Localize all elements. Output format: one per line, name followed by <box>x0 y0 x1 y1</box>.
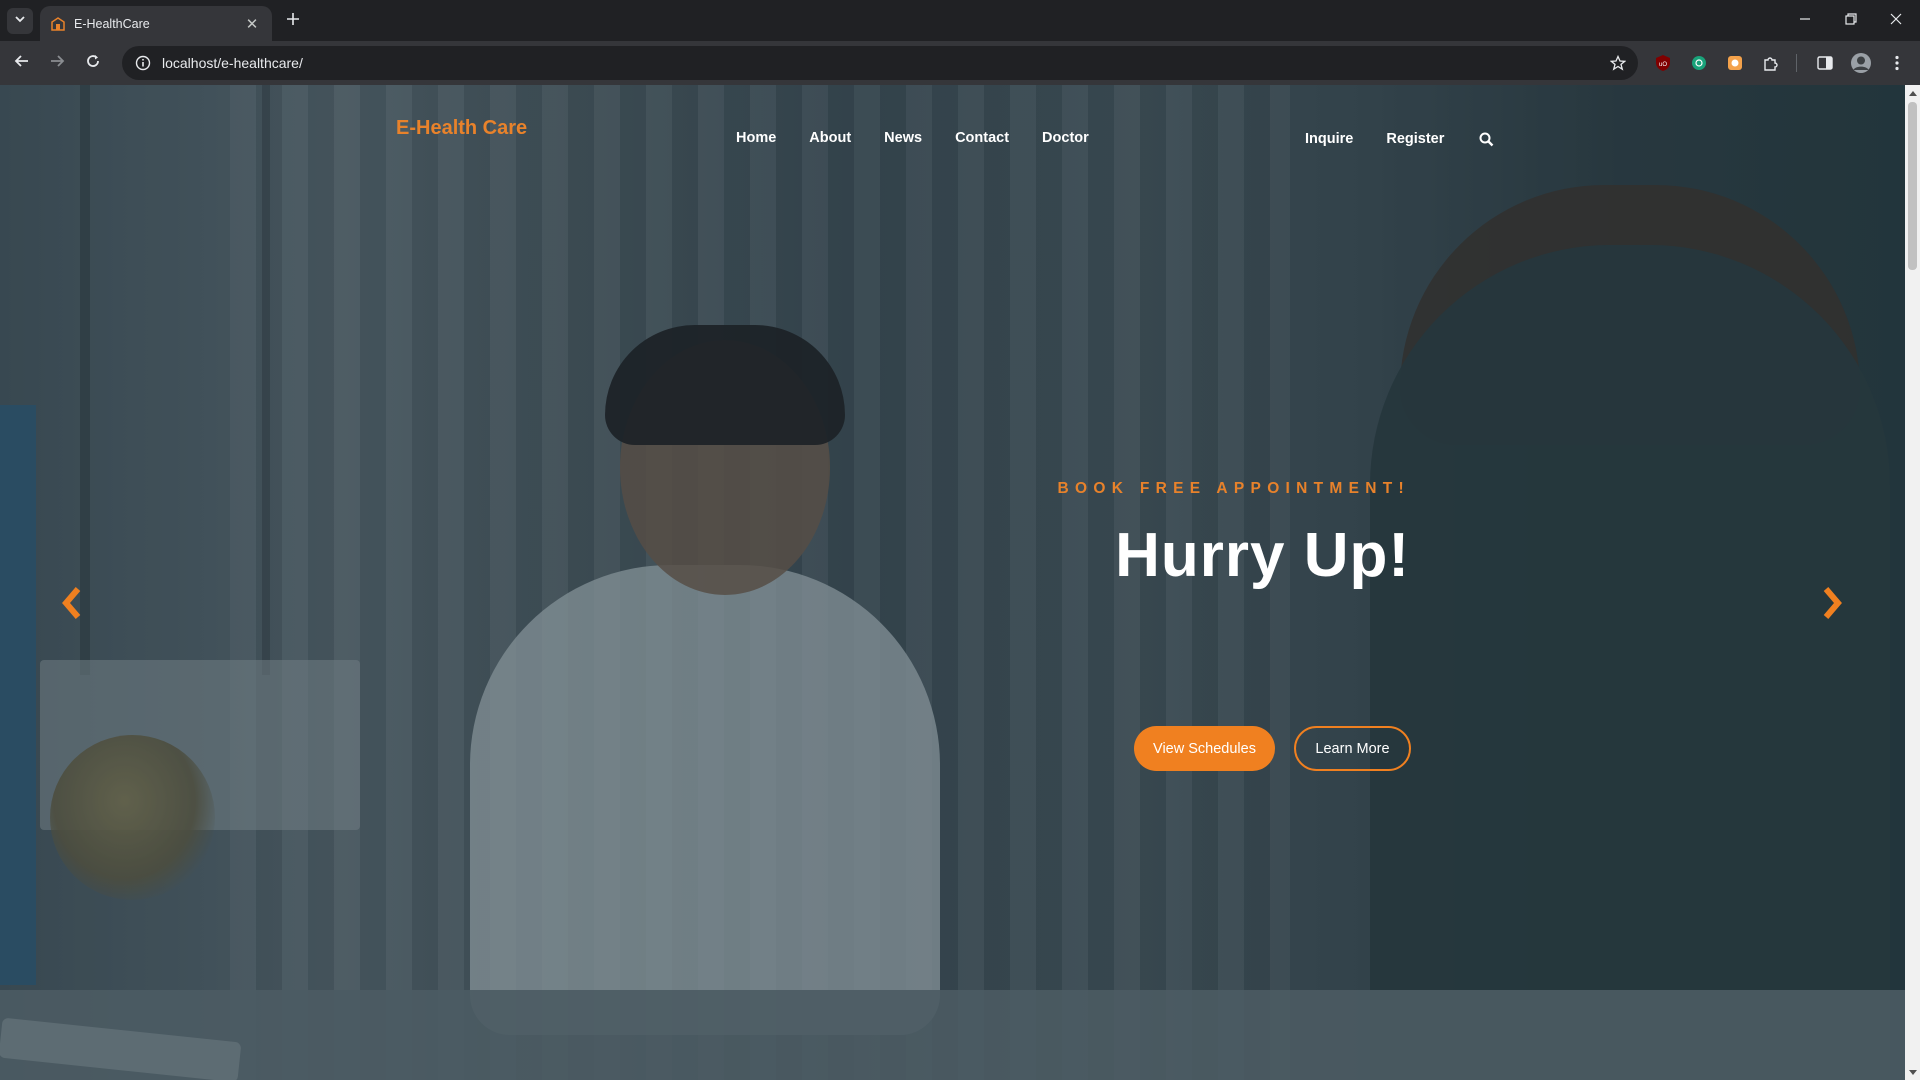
nav-link-home[interactable]: Home <box>736 130 776 146</box>
hospital-favicon-icon <box>50 16 66 32</box>
hero-overlay <box>0 85 1905 1080</box>
nav-link-register[interactable]: Register <box>1386 131 1444 147</box>
nav-link-news[interactable]: News <box>884 130 922 146</box>
view-schedules-button[interactable]: View Schedules <box>1134 726 1275 771</box>
chevron-down-icon <box>14 12 26 30</box>
toolbar-divider <box>1796 54 1797 72</box>
page-viewport: E-Health Care Home About News Contact Do… <box>0 85 1905 1080</box>
nav-link-doctor[interactable]: Doctor <box>1042 130 1089 146</box>
more-vert-icon[interactable] <box>1886 52 1908 74</box>
search-icon[interactable] <box>1477 130 1495 148</box>
nav-link-contact[interactable]: Contact <box>955 130 1009 146</box>
chevron-right-icon <box>1820 586 1844 625</box>
url-text[interactable]: localhost/e-healthcare/ <box>162 55 1604 71</box>
reload-icon <box>85 53 101 74</box>
ublock-icon[interactable]: uO <box>1652 52 1674 74</box>
minimize-icon <box>1799 12 1811 30</box>
side-panel-icon[interactable] <box>1814 52 1836 74</box>
close-icon[interactable]: ✕ <box>242 14 262 34</box>
learn-more-button[interactable]: Learn More <box>1294 726 1411 771</box>
reload-button[interactable] <box>78 48 108 78</box>
scroll-up-arrow-icon[interactable] <box>1905 85 1920 100</box>
site-logo[interactable]: E-Health Care <box>396 117 527 140</box>
avatar[interactable] <box>1850 52 1872 74</box>
chevron-left-icon <box>60 586 84 625</box>
close-window-button[interactable] <box>1874 0 1918 41</box>
restore-icon <box>1845 12 1857 30</box>
tab-title: E-HealthCare <box>74 16 150 31</box>
hero-subtitle: BOOK FREE APPOINTMENT! <box>1057 480 1410 497</box>
hero-title: Hurry Up! <box>1115 521 1410 590</box>
svg-text:uO: uO <box>1659 62 1667 68</box>
color-picker-icon[interactable] <box>1724 52 1746 74</box>
chatgpt-icon[interactable] <box>1688 52 1710 74</box>
tab-search-button[interactable] <box>7 8 33 34</box>
scrollbar-thumb[interactable] <box>1908 102 1917 270</box>
main-nav: Home About News Contact Doctor <box>736 130 1089 146</box>
scroll-down-arrow-icon[interactable] <box>1905 1065 1920 1080</box>
address-bar[interactable]: localhost/e-healthcare/ <box>122 46 1638 80</box>
page-scrollbar[interactable] <box>1905 85 1920 1080</box>
nav-link-about[interactable]: About <box>809 130 851 146</box>
puzzle-icon[interactable] <box>1760 52 1782 74</box>
info-icon[interactable] <box>134 54 152 72</box>
secondary-nav: Inquire Register <box>1305 130 1495 148</box>
hero-content: BOOK FREE APPOINTMENT! Hurry Up! <box>1000 480 1410 591</box>
arrow-left-icon <box>14 53 30 74</box>
browser-toolbar: localhost/e-healthcare/ uO <box>0 41 1920 85</box>
arrow-right-icon <box>49 53 65 74</box>
new-tab-button[interactable] <box>281 9 305 33</box>
nav-link-inquire[interactable]: Inquire <box>1305 131 1353 147</box>
hero-buttons: View Schedules Learn More <box>1134 726 1411 771</box>
browser-tab[interactable]: E-HealthCare ✕ <box>40 6 272 41</box>
carousel-next-button[interactable] <box>1812 575 1852 635</box>
minimize-button[interactable] <box>1783 0 1827 41</box>
back-button[interactable] <box>7 48 37 78</box>
close-icon <box>1890 12 1902 30</box>
restore-button[interactable] <box>1829 0 1873 41</box>
carousel-prev-button[interactable] <box>52 575 92 635</box>
browser-tab-bar: E-HealthCare ✕ <box>0 0 1920 41</box>
forward-button[interactable] <box>42 48 72 78</box>
star-icon[interactable] <box>1604 49 1632 77</box>
plus-icon <box>286 12 300 31</box>
